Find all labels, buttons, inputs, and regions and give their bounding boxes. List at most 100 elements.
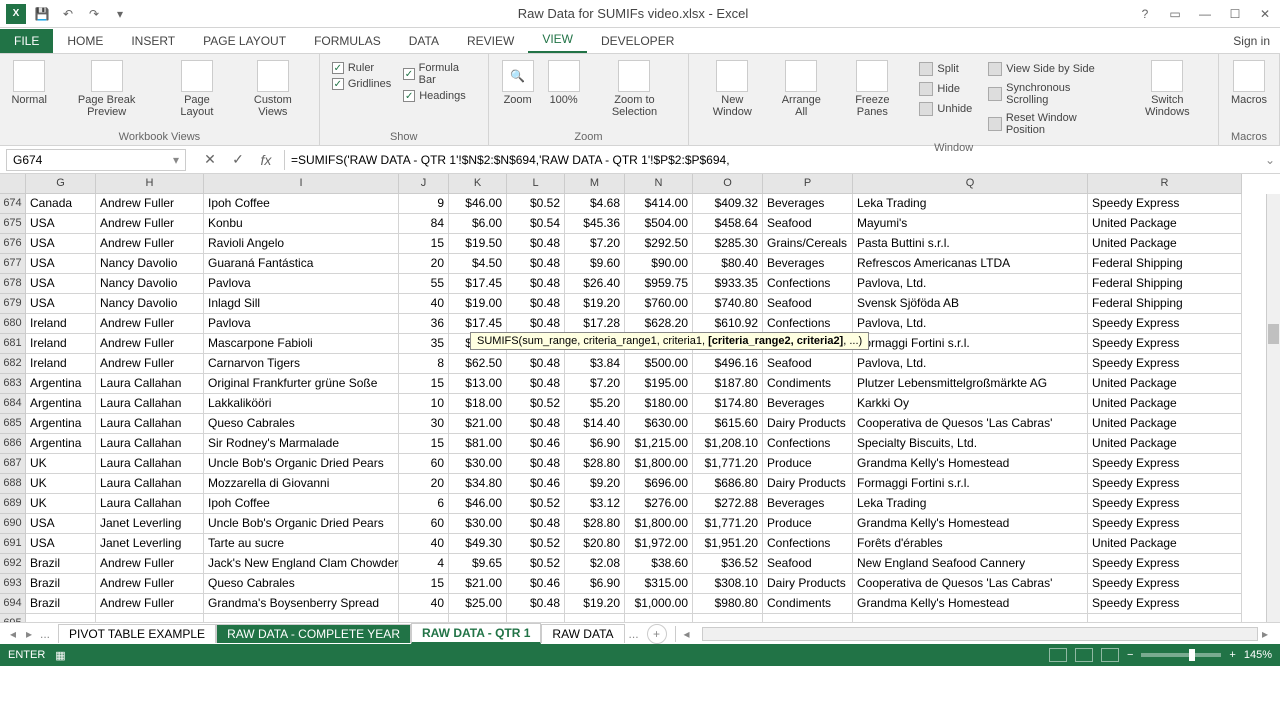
cell[interactable]: 84 bbox=[399, 214, 449, 234]
horizontal-scrollbar[interactable] bbox=[702, 627, 1258, 641]
cell[interactable]: $46.00 bbox=[449, 494, 507, 514]
file-tab[interactable]: FILE bbox=[0, 29, 53, 53]
cell[interactable]: $19.00 bbox=[449, 294, 507, 314]
cell[interactable]: $628.20 bbox=[625, 314, 693, 334]
cell[interactable]: Pavlova bbox=[204, 274, 399, 294]
cell[interactable]: 15 bbox=[399, 434, 449, 454]
view-side-by-side-button[interactable]: View Side by Side bbox=[984, 60, 1118, 78]
normal-view-icon[interactable] bbox=[1049, 648, 1067, 662]
cell[interactable]: Grandma Kelly's Homestead bbox=[853, 514, 1088, 534]
cell[interactable]: Laura Callahan bbox=[96, 374, 204, 394]
cell[interactable]: $4.50 bbox=[449, 254, 507, 274]
cell[interactable]: $30.00 bbox=[449, 454, 507, 474]
row-headers[interactable]: 6746756766776786796806816826836846856866… bbox=[0, 194, 26, 622]
cell[interactable]: New England Seafood Cannery bbox=[853, 554, 1088, 574]
view-tab[interactable]: VIEW bbox=[528, 27, 587, 53]
cell[interactable]: 40 bbox=[399, 294, 449, 314]
row-header[interactable]: 682 bbox=[0, 354, 26, 374]
cell[interactable]: Andrew Fuller bbox=[96, 234, 204, 254]
cell[interactable]: $25.00 bbox=[449, 594, 507, 614]
cell[interactable]: $1,951.20 bbox=[693, 534, 763, 554]
cell[interactable]: Ireland bbox=[26, 354, 96, 374]
cell[interactable]: Ireland bbox=[26, 334, 96, 354]
cell[interactable]: Grandma's Boysenberry Spread bbox=[204, 594, 399, 614]
cell[interactable]: Beverages bbox=[763, 394, 853, 414]
tab-overflow-icon[interactable]: ... bbox=[625, 627, 643, 641]
cell[interactable]: $276.00 bbox=[625, 494, 693, 514]
page-break-view-icon[interactable] bbox=[1101, 648, 1119, 662]
cell[interactable]: 20 bbox=[399, 254, 449, 274]
cell[interactable]: $28.80 bbox=[565, 454, 625, 474]
row-header[interactable]: 693 bbox=[0, 574, 26, 594]
sheet-tab-pivot[interactable]: PIVOT TABLE EXAMPLE bbox=[58, 624, 216, 643]
cell[interactable]: Produce bbox=[763, 454, 853, 474]
cell[interactable]: Dairy Products bbox=[763, 574, 853, 594]
cell[interactable]: Karkki Oy bbox=[853, 394, 1088, 414]
cell[interactable]: 35 bbox=[399, 334, 449, 354]
cell[interactable]: Andrew Fuller bbox=[96, 314, 204, 334]
cell[interactable]: Cooperativa de Quesos 'Las Cabras' bbox=[853, 574, 1088, 594]
cell[interactable]: $21.00 bbox=[449, 414, 507, 434]
cell[interactable]: Refrescos Americanas LTDA bbox=[853, 254, 1088, 274]
cell[interactable] bbox=[565, 614, 625, 622]
row-header[interactable]: 678 bbox=[0, 274, 26, 294]
cell[interactable]: Grains/Cereals bbox=[763, 234, 853, 254]
developer-tab[interactable]: DEVELOPER bbox=[587, 29, 688, 53]
table-row[interactable]: ArgentinaLaura CallahanQueso Cabrales30$… bbox=[26, 414, 1280, 434]
cell[interactable]: $500.00 bbox=[625, 354, 693, 374]
cell[interactable]: $3.12 bbox=[565, 494, 625, 514]
cell[interactable]: $0.48 bbox=[507, 254, 565, 274]
tab-nav-prev-icon[interactable]: ◂ bbox=[6, 627, 20, 641]
cell[interactable]: $0.48 bbox=[507, 234, 565, 254]
row-header[interactable]: 687 bbox=[0, 454, 26, 474]
column-header-G[interactable]: G bbox=[26, 174, 96, 194]
cell[interactable]: $6.90 bbox=[565, 574, 625, 594]
cell[interactable]: $0.48 bbox=[507, 414, 565, 434]
undo-icon[interactable]: ↶ bbox=[58, 4, 78, 24]
cell[interactable]: United Package bbox=[1088, 394, 1242, 414]
cell[interactable]: Pasta Buttini s.r.l. bbox=[853, 234, 1088, 254]
cell[interactable]: Brazil bbox=[26, 594, 96, 614]
table-row[interactable]: USANancy DavolioInlagd Sill40$19.00$0.48… bbox=[26, 294, 1280, 314]
cell[interactable]: $30.00 bbox=[449, 514, 507, 534]
cell[interactable]: Speedy Express bbox=[1088, 454, 1242, 474]
table-row[interactable]: ArgentinaLaura CallahanLakkalikööri10$18… bbox=[26, 394, 1280, 414]
cell[interactable]: $13.00 bbox=[449, 374, 507, 394]
cell[interactable]: $80.40 bbox=[693, 254, 763, 274]
cell[interactable]: $272.88 bbox=[693, 494, 763, 514]
column-header-M[interactable]: M bbox=[565, 174, 625, 194]
gridlines-checkbox[interactable]: Gridlines bbox=[332, 78, 391, 90]
formula-bar-checkbox[interactable]: Formula Bar bbox=[403, 62, 475, 86]
table-row[interactable]: ArgentinaLaura CallahanSir Rodney's Marm… bbox=[26, 434, 1280, 454]
save-icon[interactable]: 💾 bbox=[32, 4, 52, 24]
redo-icon[interactable]: ↷ bbox=[84, 4, 104, 24]
cell[interactable]: $409.32 bbox=[693, 194, 763, 214]
cell[interactable]: Leka Trading bbox=[853, 194, 1088, 214]
cell[interactable]: Leka Trading bbox=[853, 494, 1088, 514]
cell[interactable]: Confections bbox=[763, 534, 853, 554]
cell[interactable]: $28.80 bbox=[565, 514, 625, 534]
cell[interactable]: $19.50 bbox=[449, 234, 507, 254]
table-row[interactable] bbox=[26, 614, 1280, 622]
cell[interactable]: $9.60 bbox=[565, 254, 625, 274]
cell[interactable]: $0.48 bbox=[507, 454, 565, 474]
cell[interactable]: Laura Callahan bbox=[96, 454, 204, 474]
cell[interactable]: Andrew Fuller bbox=[96, 194, 204, 214]
cell[interactable]: $46.00 bbox=[449, 194, 507, 214]
cell[interactable] bbox=[625, 614, 693, 622]
cell[interactable]: Grandma Kelly's Homestead bbox=[853, 454, 1088, 474]
cell[interactable]: $9.20 bbox=[565, 474, 625, 494]
cell[interactable]: $315.00 bbox=[625, 574, 693, 594]
cell[interactable]: $1,972.00 bbox=[625, 534, 693, 554]
cell[interactable]: $0.48 bbox=[507, 374, 565, 394]
hscroll-right-icon[interactable]: ▸ bbox=[1262, 627, 1276, 641]
cell[interactable]: Pavlova, Ltd. bbox=[853, 354, 1088, 374]
macros-button[interactable]: Macros bbox=[1227, 58, 1271, 108]
cell[interactable]: $308.10 bbox=[693, 574, 763, 594]
cell[interactable]: $959.75 bbox=[625, 274, 693, 294]
hide-button[interactable]: Hide bbox=[915, 80, 976, 98]
column-header-O[interactable]: O bbox=[693, 174, 763, 194]
cell[interactable]: Ravioli Angelo bbox=[204, 234, 399, 254]
cell[interactable]: $292.50 bbox=[625, 234, 693, 254]
cell[interactable]: $38.60 bbox=[625, 554, 693, 574]
